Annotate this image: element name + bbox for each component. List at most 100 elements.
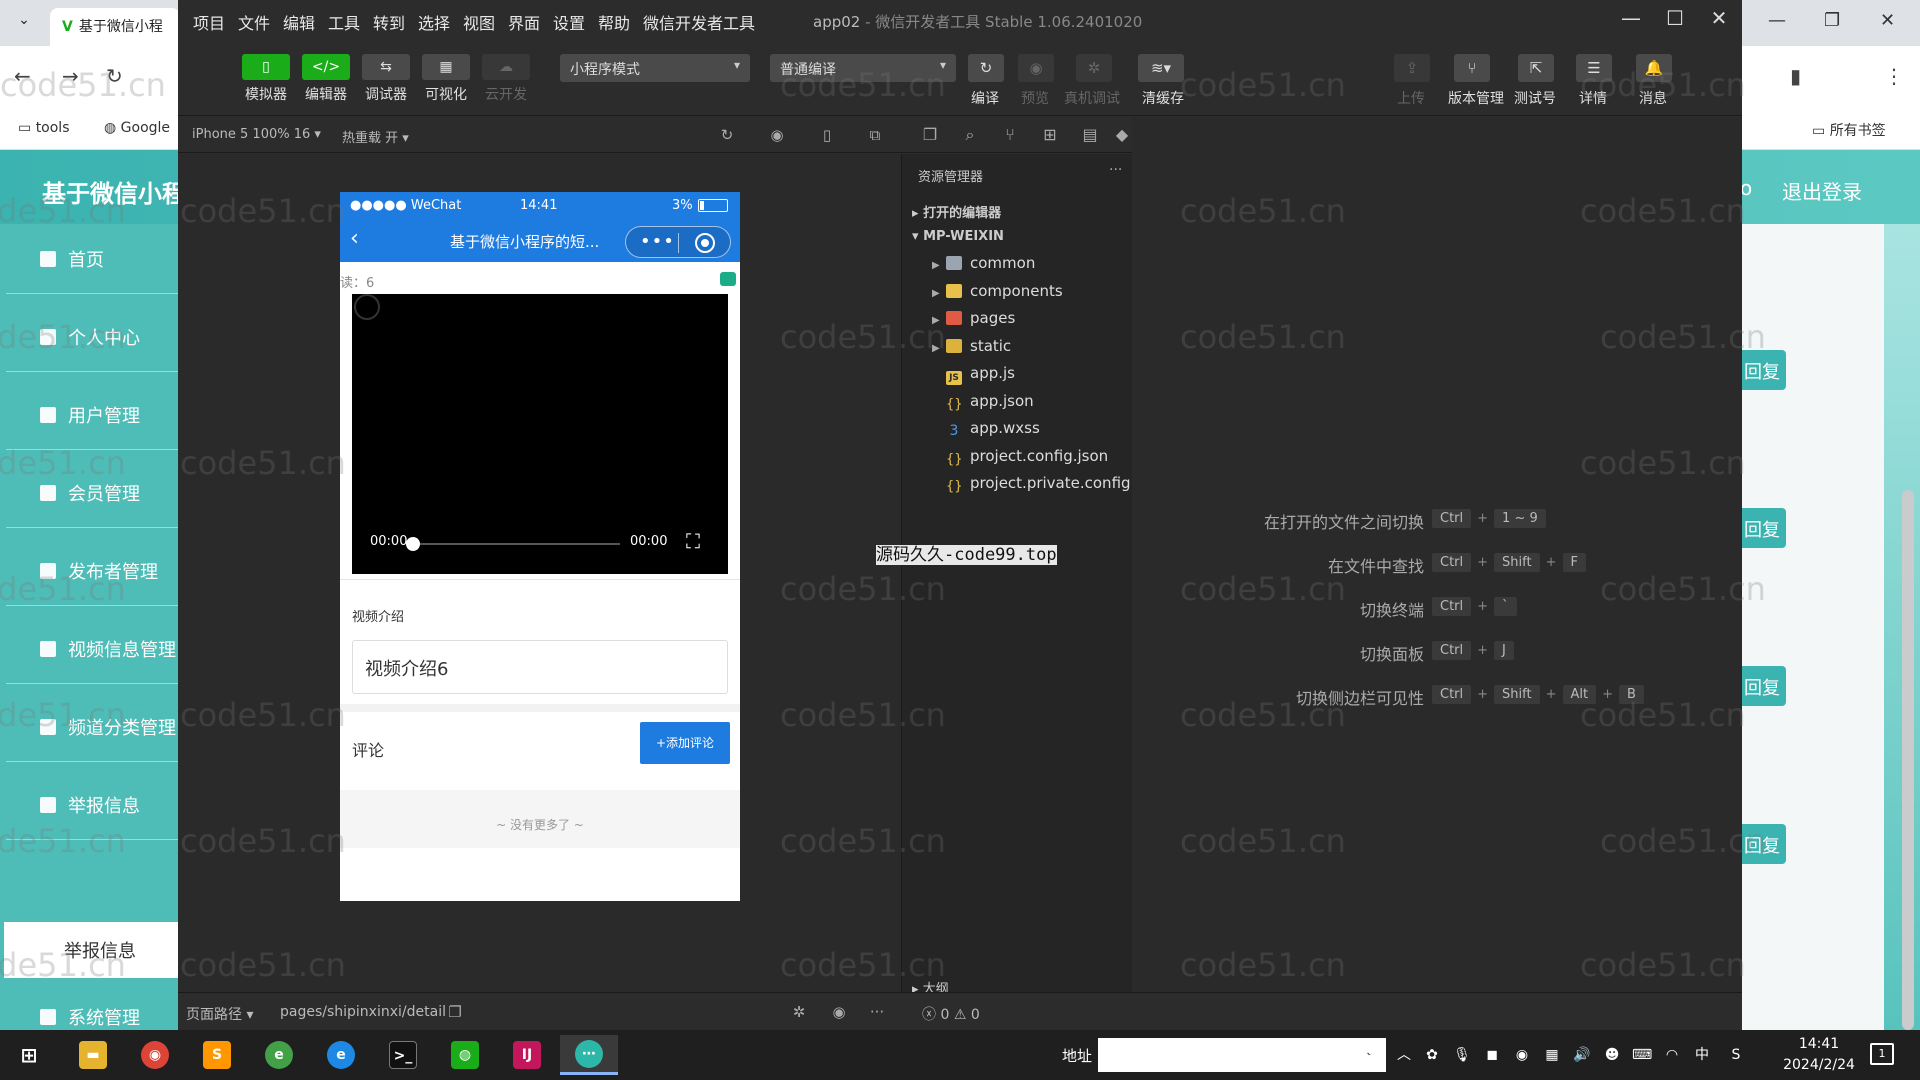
browser-tab-active[interactable]: V 基于微信小程	[50, 8, 180, 46]
reload-icon[interactable]: ↻	[106, 64, 123, 88]
more-icon[interactable]: ···	[868, 1003, 886, 1021]
back-arrow-icon[interactable]: ←	[14, 64, 31, 88]
files-icon[interactable]: ❐	[920, 125, 940, 145]
taskbar-wechat-devtools[interactable]: ⋯	[560, 1035, 618, 1075]
mode-select[interactable]: 小程序模式 ▾	[560, 54, 750, 82]
taskbar-wechat[interactable]: ◍	[436, 1035, 494, 1075]
project-section[interactable]: ▾ MP-WEIXIN	[912, 229, 1004, 244]
editor-button[interactable]: </> 编辑器	[296, 54, 356, 104]
taskbar-terminal[interactable]: >_	[374, 1035, 432, 1075]
browser-menu-icon[interactable]: ⋮	[1884, 64, 1904, 88]
taskbar-sublime[interactable]: S	[188, 1035, 246, 1075]
taskbar-browser-green[interactable]: e	[250, 1035, 308, 1075]
maximize-icon[interactable]: ☐	[1660, 6, 1690, 30]
taskbar-clock[interactable]: 14:41 2024/2/24	[1774, 1034, 1864, 1076]
clear-cache-button[interactable]: ≋▾	[1138, 54, 1184, 82]
bookmark-tools[interactable]: ▭ tools	[18, 120, 70, 136]
logout-link[interactable]: 退出登录	[1782, 176, 1862, 205]
menu-wechat-devtools[interactable]: 微信开发者工具	[643, 10, 755, 34]
tray-browser-icon[interactable]: ◉	[1512, 1045, 1532, 1065]
close-circle-icon[interactable]	[695, 233, 715, 253]
taskbar-intellij[interactable]: IJ	[498, 1035, 556, 1075]
details-button[interactable]: ☰	[1576, 54, 1612, 82]
video-progress-track[interactable]	[414, 543, 620, 545]
menu-tools[interactable]: 工具	[328, 10, 360, 34]
microphone-icon[interactable]: 🎙	[1452, 1045, 1472, 1065]
taskbar-explorer[interactable]: ▬	[64, 1035, 122, 1075]
sidebar-item-publishers[interactable]: 发布者管理	[6, 536, 178, 606]
notification-icon[interactable]: 1	[1870, 1043, 1894, 1065]
browser-minimize-icon[interactable]: —	[1768, 10, 1786, 31]
menu-goto[interactable]: 转到	[373, 10, 405, 34]
all-bookmarks[interactable]: ▭ 所有书签	[1812, 120, 1886, 140]
stop-icon[interactable]: ◉	[768, 126, 786, 144]
ime-language[interactable]: 中	[1692, 1045, 1712, 1065]
reply-button[interactable]: 回复	[1742, 508, 1786, 548]
sidebar-item-home[interactable]: 首页	[6, 224, 178, 294]
popout-icon[interactable]: ⧉	[866, 126, 884, 144]
tray-app-icon[interactable]: ✿	[1422, 1045, 1442, 1065]
simulator-button[interactable]: ▯ 模拟器	[236, 54, 296, 104]
sidebar-item-profile[interactable]: 个人中心	[6, 302, 178, 372]
tree-file-project-private-config[interactable]: {} project.private.config.js...	[946, 474, 1162, 494]
address-input[interactable]: ⌄	[1098, 1038, 1386, 1072]
taskbar-chrome[interactable]: ◉	[126, 1035, 184, 1075]
messages-button[interactable]: 🔔	[1636, 54, 1672, 82]
menu-settings[interactable]: 设置	[553, 10, 585, 34]
sidebar-subitem-reports[interactable]: 举报信息	[4, 922, 178, 978]
qq-icon[interactable]: ☻	[1602, 1045, 1622, 1065]
back-chevron-icon[interactable]: ‹	[350, 226, 359, 251]
bug-icon[interactable]: ✲	[790, 1003, 808, 1021]
tree-file-app-js[interactable]: JS app.js	[946, 364, 1015, 385]
sogou-icon[interactable]: S	[1726, 1045, 1746, 1065]
taskbar-edge[interactable]: e	[312, 1035, 370, 1075]
preview-button[interactable]: ◉	[1018, 54, 1054, 82]
eye-icon[interactable]: ◉	[830, 1003, 848, 1021]
menu-help[interactable]: 帮助	[598, 10, 630, 34]
cloud-button[interactable]: ☁ 云开发	[476, 54, 536, 104]
capsule-menu[interactable]: •••	[625, 226, 731, 258]
menu-select[interactable]: 选择	[418, 10, 450, 34]
source-control-icon[interactable]: ⑂	[1000, 125, 1020, 145]
comment-badge-icon[interactable]	[720, 272, 736, 286]
sidebar-item-channels[interactable]: 频道分类管理	[6, 692, 178, 762]
sidepanel-icon[interactable]: ▮	[1790, 64, 1801, 88]
video-player[interactable]: 00:00 00:00 ⛶	[352, 294, 728, 574]
docker-icon[interactable]: ◆	[1112, 125, 1132, 145]
reply-button[interactable]: 回复	[1742, 350, 1786, 390]
minimize-icon[interactable]: —	[1616, 6, 1646, 30]
tree-file-app-json[interactable]: {} app.json	[946, 392, 1034, 412]
more-icon[interactable]: ···	[1109, 162, 1122, 178]
tree-folder-common[interactable]: ▶ common	[932, 254, 1035, 272]
test-id-button[interactable]: ⇱	[1518, 54, 1554, 82]
volume-icon[interactable]: 🔊	[1572, 1045, 1592, 1065]
menu-project[interactable]: 项目	[193, 10, 225, 34]
menu-edit[interactable]: 编辑	[283, 10, 315, 34]
address-refresh-icon[interactable]: ↻	[1360, 1042, 1375, 1063]
refresh-icon[interactable]: ↻	[718, 126, 736, 144]
extensions-icon[interactable]: ⊞	[1040, 125, 1060, 145]
real-debug-button[interactable]: ✲	[1076, 54, 1112, 82]
page-path-select[interactable]: 页面路径 ▾	[186, 1004, 253, 1024]
device-select[interactable]: iPhone 5 100% 16 ▾	[192, 127, 321, 142]
phone-icon[interactable]: ▯	[818, 126, 836, 144]
add-comment-button[interactable]: +添加评论	[640, 722, 730, 764]
browser-close-icon[interactable]: ✕	[1880, 10, 1895, 31]
tree-file-project-config[interactable]: {} project.config.json	[946, 447, 1108, 467]
upload-button[interactable]: ⇪	[1394, 54, 1430, 82]
tray-color-app-icon[interactable]: ▦	[1542, 1045, 1562, 1065]
fullscreen-icon[interactable]: ⛶	[682, 530, 704, 552]
menu-interface[interactable]: 界面	[508, 10, 540, 34]
reply-button[interactable]: 回复	[1742, 666, 1786, 706]
tree-folder-static[interactable]: ▶ static	[932, 337, 1011, 355]
wifi-icon[interactable]: ◠	[1662, 1045, 1682, 1065]
version-button[interactable]: ⑂	[1454, 54, 1490, 82]
more-dots-icon[interactable]: •••	[640, 231, 675, 252]
sidebar-item-reports[interactable]: 举报信息	[6, 770, 178, 840]
browser-maximize-icon[interactable]: ❐	[1824, 10, 1840, 31]
menu-view[interactable]: 视图	[463, 10, 495, 34]
panel-icon[interactable]: ▤	[1080, 125, 1100, 145]
tab-list-dropdown[interactable]: ⌄	[10, 12, 38, 36]
sidebar-item-users[interactable]: 用户管理	[6, 380, 178, 450]
visual-button[interactable]: ▦ 可视化	[416, 54, 476, 104]
